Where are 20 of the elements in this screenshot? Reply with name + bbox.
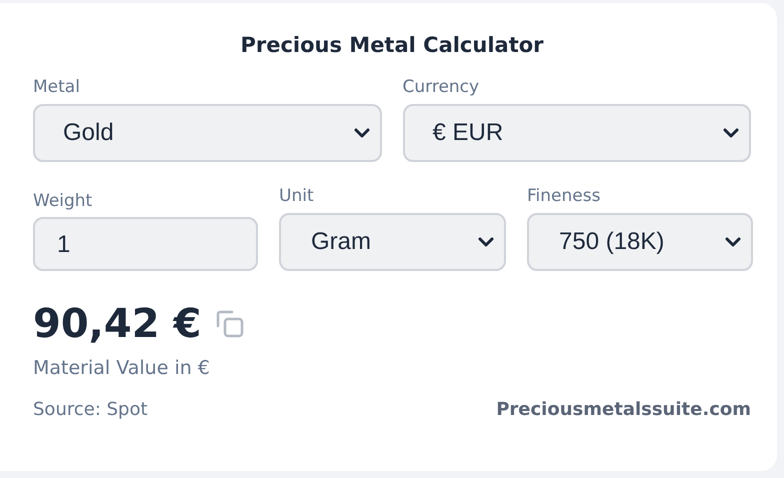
chevron-icon xyxy=(723,128,739,138)
field-label: Currency xyxy=(402,77,480,97)
result-caption: Material Value in € xyxy=(33,357,210,379)
field-label: Metal xyxy=(33,77,81,97)
dropdown[interactable]: 750 (18K) xyxy=(527,213,753,271)
chevron-icon xyxy=(725,236,741,248)
dropdown[interactable]: Gold xyxy=(33,104,382,162)
calculator-title: Precious Metal Calculator xyxy=(239,33,545,57)
field-label: Fineness xyxy=(527,186,602,206)
copy-icon[interactable] xyxy=(215,309,246,339)
site-link[interactable]: Preciousmetalssuite.com xyxy=(496,399,751,420)
result-value: 90,42 € xyxy=(33,301,202,347)
source-text: Source: Spot xyxy=(33,399,148,420)
weight-input[interactable]: 1 xyxy=(33,217,258,271)
dropdown[interactable]: Gram xyxy=(279,213,506,271)
dropdown[interactable]: € EUR xyxy=(402,104,751,162)
field-label: Unit xyxy=(279,186,315,206)
field-label: Weight xyxy=(33,191,94,211)
chevron-icon xyxy=(354,128,370,138)
chevron-icon xyxy=(478,236,494,248)
